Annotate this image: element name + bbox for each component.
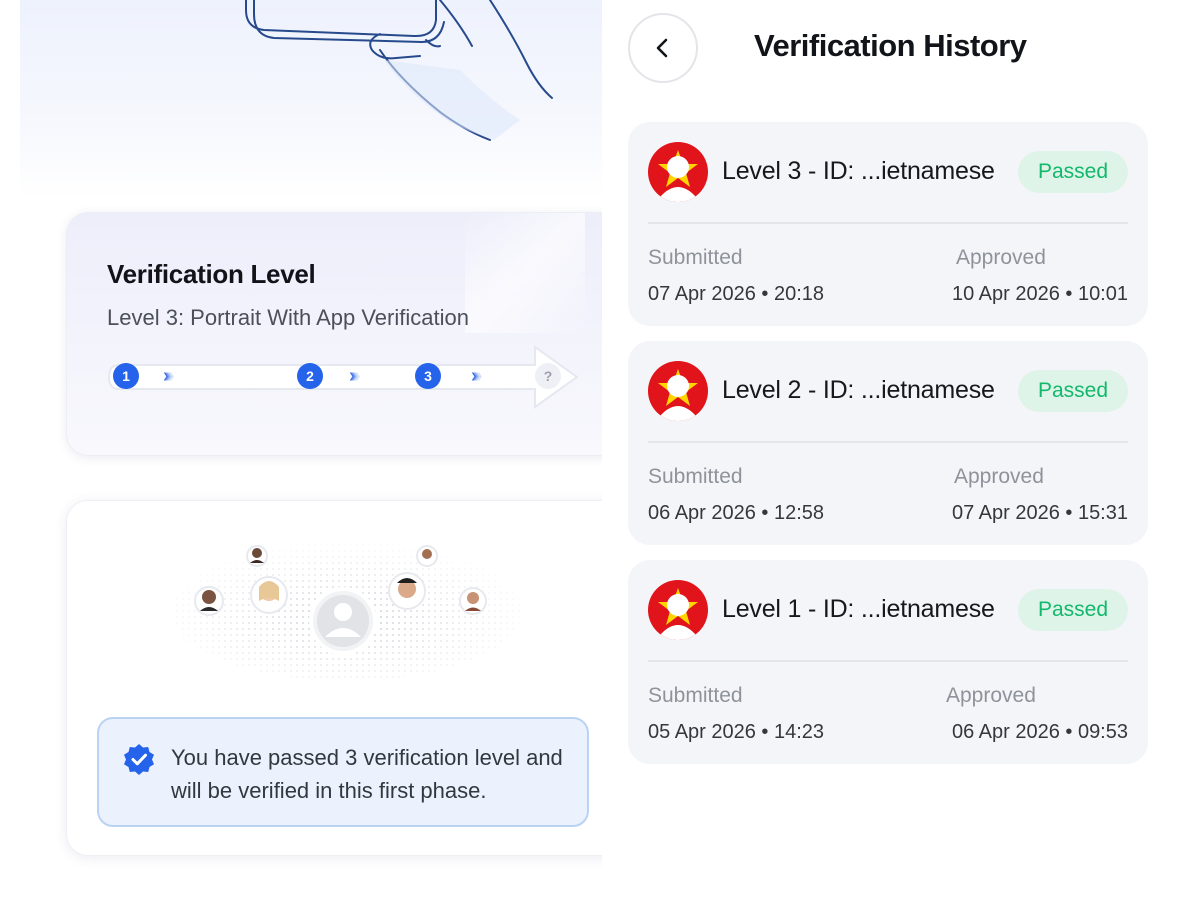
status-badge: Passed (1017, 370, 1128, 412)
approved-label: Approved (946, 684, 1036, 707)
submitted-date: 07 Apr 2026 • 20:18 (648, 283, 825, 305)
vietnam-flag-avatar-icon (648, 580, 708, 640)
approved-date: 06 Apr 2026 • 09:53 (951, 721, 1128, 743)
history-card-level-1[interactable]: Level 1 - ID: ...ietnamese Passed Submit… (628, 560, 1148, 764)
verification-notice: You have passed 3 verification level and… (97, 717, 589, 827)
verified-badge-icon (124, 744, 154, 775)
history-card-title: Level 1 - ID: ...ietnamese (722, 595, 995, 623)
vietnam-flag-avatar-icon (648, 361, 708, 421)
chevrons-icon: ›››› (471, 365, 482, 387)
page-title: Verification History (754, 28, 1027, 63)
world-users-illustration (169, 539, 525, 683)
status-badge: Passed (1017, 151, 1128, 193)
progress-arrow-shape (107, 345, 579, 409)
vietnam-flag-avatar-icon (648, 142, 708, 202)
verification-level-subtitle: Level 3: Portrait With App Verification (107, 305, 469, 330)
notice-text: You have passed 3 verification level and… (171, 745, 563, 803)
history-card-title: Level 3 - ID: ...ietnamese (722, 157, 995, 185)
history-card-title: Level 2 - ID: ...ietnamese (722, 376, 995, 404)
history-card-level-3[interactable]: Level 3 - ID: ...ietnamese Passed Submit… (628, 122, 1148, 326)
chevron-left-icon (656, 38, 668, 58)
approved-date: 10 Apr 2026 • 10:01 (951, 283, 1128, 305)
card-sheen (465, 213, 585, 333)
chevrons-icon: ›››› (349, 365, 360, 387)
submitted-date: 05 Apr 2026 • 14:23 (648, 721, 825, 743)
approved-label: Approved (954, 465, 1044, 488)
divider (648, 222, 1128, 224)
verification-world-card: You have passed 3 verification level and… (66, 500, 602, 856)
status-badge: Passed (1017, 589, 1128, 631)
back-button[interactable] (628, 13, 698, 83)
divider (648, 660, 1128, 662)
hero-illustration (20, 0, 602, 200)
submitted-label: Submitted (648, 465, 743, 488)
level-progress-track: 1 ›››› 2 ›››› 3 ›››› ? (105, 345, 585, 409)
chevrons-icon: ›››› (163, 365, 174, 387)
submitted-date: 06 Apr 2026 • 12:58 (648, 502, 825, 524)
verification-level-title: Verification Level (107, 259, 316, 289)
step-unknown-badge: ? (535, 363, 561, 389)
left-panel: Verification Level Level 3: Portrait Wit… (0, 0, 602, 900)
history-card-level-2[interactable]: Level 2 - ID: ...ietnamese Passed Submit… (628, 341, 1148, 545)
submitted-label: Submitted (648, 246, 743, 269)
step-3-badge: 3 (415, 363, 441, 389)
step-2-badge: 2 (297, 363, 323, 389)
approved-date: 07 Apr 2026 • 15:31 (951, 502, 1128, 524)
verification-level-card: Verification Level Level 3: Portrait Wit… (66, 212, 602, 456)
hand-holding-phone-illustration (245, 0, 553, 141)
approved-label: Approved (956, 246, 1046, 269)
step-1-badge: 1 (113, 363, 139, 389)
submitted-label: Submitted (648, 684, 743, 707)
divider (648, 441, 1128, 443)
